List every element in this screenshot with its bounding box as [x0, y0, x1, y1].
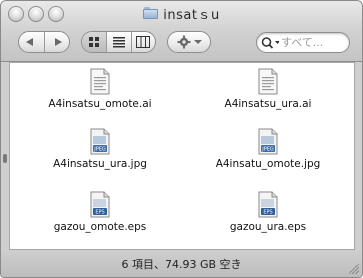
window-title-area: insatｓu [1, 4, 362, 23]
gear-icon [177, 35, 190, 49]
list-view-button[interactable] [106, 32, 130, 52]
chevron-down-icon [193, 40, 202, 44]
file-item[interactable]: A4insatsu_ura.ai [198, 68, 338, 110]
columns-icon [136, 36, 151, 48]
search-field[interactable] [256, 32, 350, 53]
resize-grip[interactable] [349, 264, 359, 274]
title-bar[interactable]: insatｓu [1, 1, 362, 62]
file-item[interactable]: A4insatsu_omote.ai [30, 68, 170, 110]
file-item[interactable]: EPS gazou_omote.eps [30, 191, 170, 233]
back-forward-control [18, 31, 70, 53]
jpeg-badge: JPEG [93, 147, 106, 153]
folder-icon [143, 7, 159, 19]
eps-badge: EPS [95, 210, 104, 216]
status-bar: 6 項目、74.93 GB 空き [1, 250, 362, 277]
chevron-left-icon [26, 38, 34, 46]
column-view-button[interactable] [130, 32, 155, 52]
file-item[interactable]: EPS gazou_ura.eps [198, 191, 338, 233]
window-title: insatｓu [163, 7, 220, 23]
file-name: A4insatu_omote.jpg [215, 158, 321, 170]
ai-document-icon [90, 68, 110, 95]
file-name: A4insatsu_ura.ai [224, 98, 312, 110]
jpeg-icon: JPEG [258, 128, 278, 155]
file-name: gazou_omote.eps [53, 221, 147, 233]
action-menu-button[interactable] [167, 31, 211, 53]
file-item[interactable]: JPEG A4insatsu_ura.jpg [30, 128, 170, 170]
eps-badge: EPS [263, 210, 272, 216]
sidebar-toggle-knob[interactable] [3, 154, 7, 163]
grid-icon [89, 37, 100, 47]
action-menu-inner [168, 32, 210, 52]
back-button[interactable] [19, 32, 44, 52]
file-item[interactable]: JPEG A4insatu_omote.jpg [198, 128, 338, 170]
finder-window: insatｓu すべて... A4insatsu_omote.ai A4insa… [0, 0, 363, 278]
file-name: A4insatsu_ura.jpg [53, 158, 147, 170]
file-name: A4insatsu_omote.ai [48, 98, 152, 110]
view-mode-control [81, 31, 156, 53]
icon-view-button[interactable] [82, 32, 107, 52]
forward-button[interactable] [43, 32, 69, 52]
search-icon [261, 36, 279, 49]
jpeg-icon: JPEG [90, 128, 110, 155]
ai-document-icon [258, 68, 278, 95]
file-name: gazou_ura.eps [229, 221, 307, 233]
file-icon-view: A4insatsu_omote.ai A4insatsu_ura.ai JPEG… [9, 62, 355, 250]
jpeg-badge: JPEG [261, 147, 274, 153]
status-text: 6 項目、74.93 GB 空き [121, 257, 242, 271]
chevron-right-icon [54, 38, 62, 46]
eps-icon: EPS [90, 191, 110, 218]
list-icon [112, 37, 125, 48]
eps-icon: EPS [258, 191, 278, 218]
search-input[interactable] [279, 36, 349, 49]
